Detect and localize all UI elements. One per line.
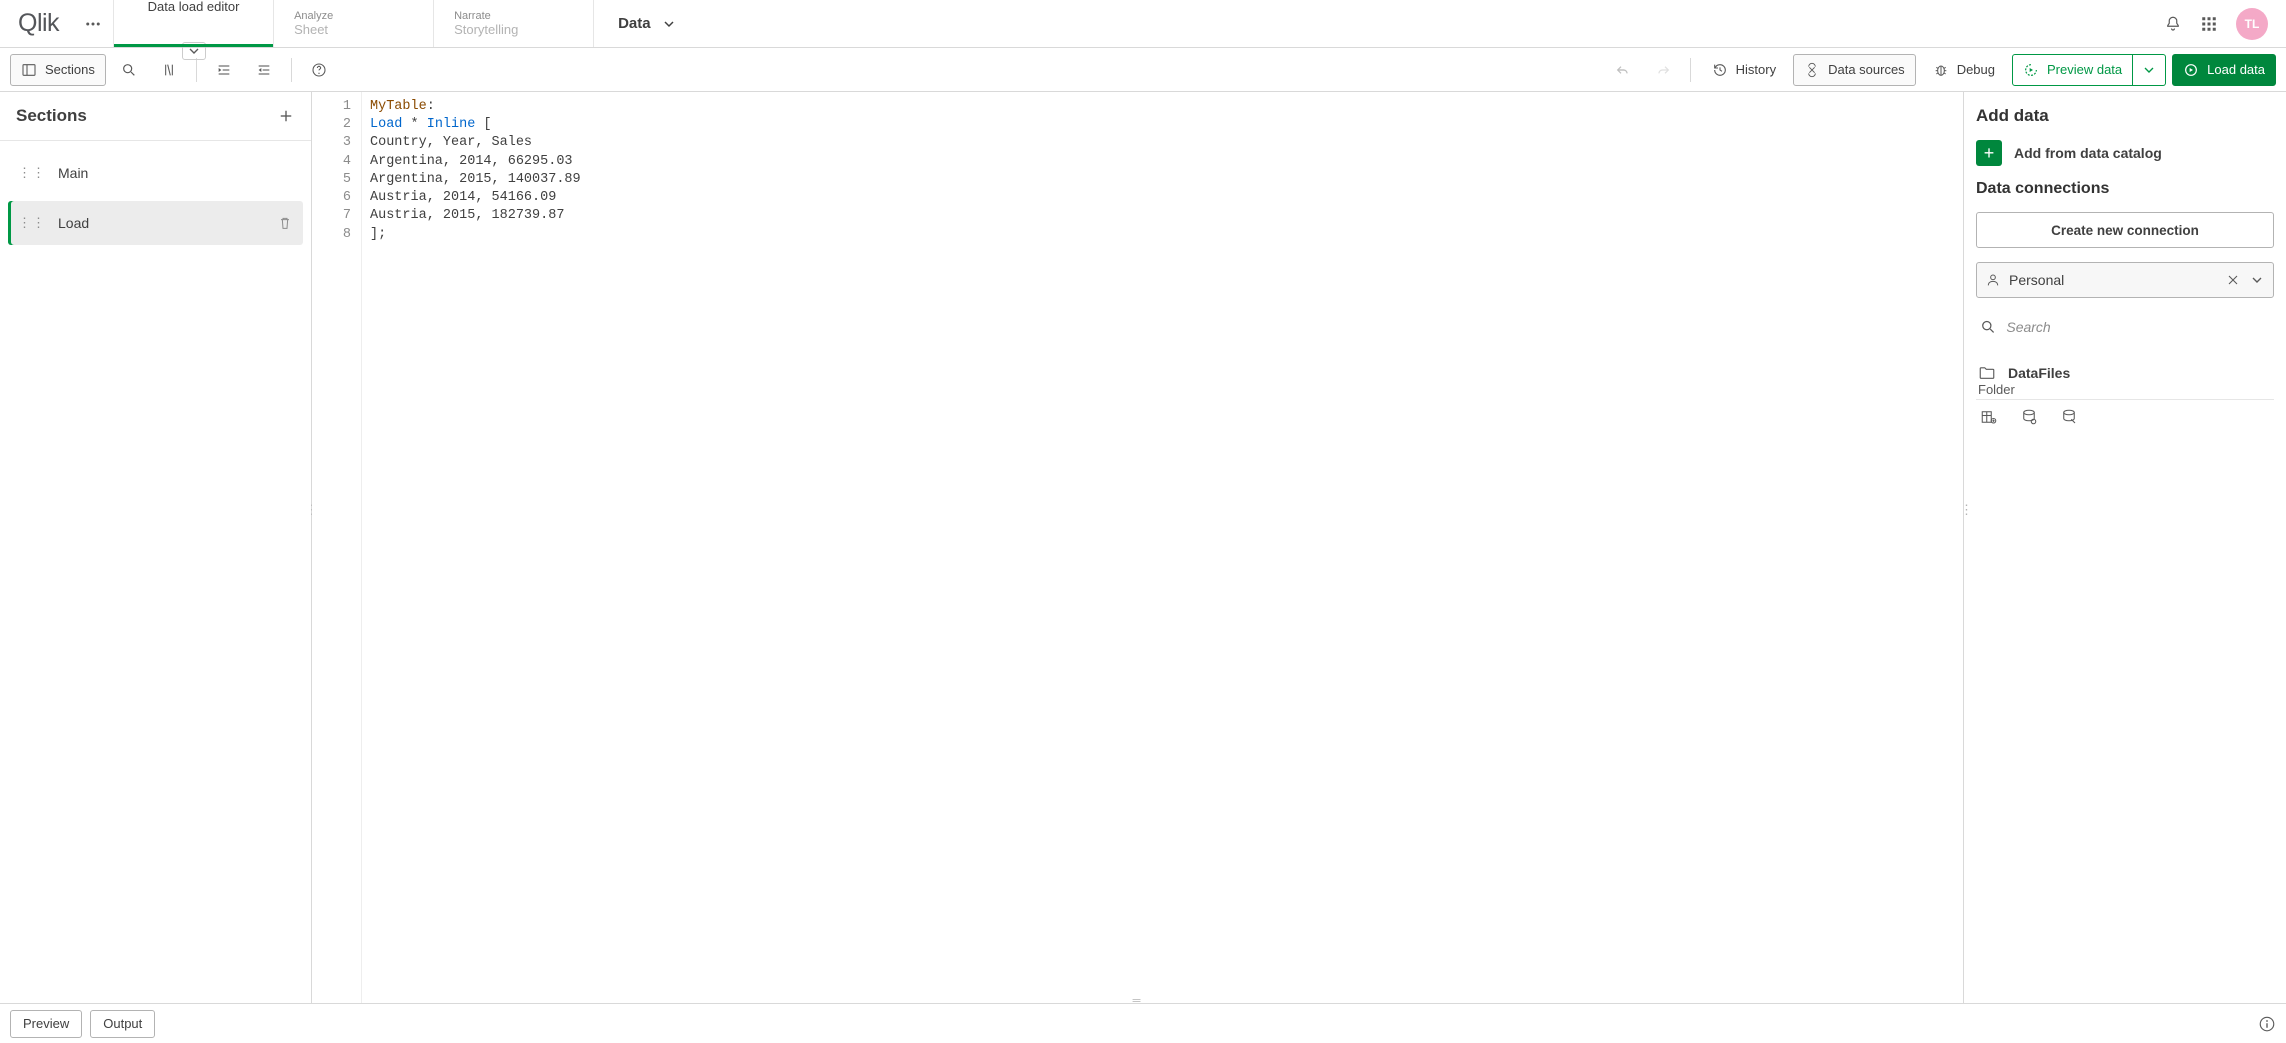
sections-panel: Sections ⋮⋮Main⋮⋮Load ⋮ [0,92,312,1003]
plus-icon: + [1976,140,2002,166]
sections-toggle-button[interactable]: Sections [10,54,106,86]
clear-icon[interactable] [2225,272,2241,288]
editor-bottom-resize-handle[interactable]: ═ [1133,995,1143,1007]
nav-tab-narrate-top: Narrate [454,10,573,22]
debug-label: Debug [1957,62,1995,77]
search-icon [1980,318,1996,336]
data-panel: ⋮ Add data + Add from data catalog Data … [1964,92,2286,1003]
redo-icon [1655,62,1671,78]
undo-icon [1615,62,1631,78]
prepare-dropdown-button[interactable] [182,42,206,60]
person-icon [1985,272,2001,288]
search-button[interactable] [112,54,146,86]
preview-data-button[interactable]: Preview data [2012,54,2133,86]
comment-toggle-button[interactable] [152,54,186,86]
app-launcher-button[interactable] [2200,15,2218,33]
outdent-button[interactable] [247,54,281,86]
connection-edit-button[interactable] [2060,408,2078,426]
top-nav: Qlik Prepare Data load editor Analyze Sh… [0,0,2286,48]
qlik-logo[interactable]: Qlik [0,0,73,47]
nav-tab-analyze-top: Analyze [294,10,413,22]
toolbar: Sections History Data sources Debug Pr [0,48,2286,92]
panel-icon [21,62,37,78]
delete-section-button[interactable] [277,215,293,231]
nav-tab-narrate[interactable]: Narrate Storytelling [433,0,593,47]
load-icon [2183,62,2199,78]
section-item-label: Load [58,215,265,231]
sections-title: Sections [16,106,87,126]
preview-icon [2023,62,2039,78]
nav-tab-prepare[interactable]: Prepare Data load editor [113,0,273,47]
nav-tab-prepare-bottom: Data load editor [148,0,240,14]
section-item-label: Main [58,165,293,181]
preview-data-label: Preview data [2047,62,2122,77]
comment-icon [161,62,177,78]
line-number-gutter: 12345678 [312,92,362,1003]
add-data-heading: Add data [1976,106,2274,126]
add-from-catalog-button[interactable]: + Add from data catalog [1976,140,2274,166]
history-label: History [1736,62,1776,77]
data-sources-icon [1804,62,1820,78]
debug-icon [1933,62,1949,78]
space-selector[interactable]: Personal [1976,262,2274,298]
history-button[interactable]: History [1701,54,1787,86]
preview-data-dropdown[interactable] [2133,54,2166,86]
script-editor[interactable]: 12345678 MyTable:Load * Inline [Country,… [312,92,1964,1003]
data-sources-label: Data sources [1828,62,1905,77]
connection-search[interactable] [1976,312,2274,342]
connection-item-type: Folder [1976,382,2274,397]
connection-insert-script-button[interactable] [2020,408,2038,426]
data-connections-heading: Data connections [1976,180,2274,198]
nav-data-dropdown[interactable]: Data [593,0,701,47]
preview-tab-button[interactable]: Preview [10,1010,82,1038]
add-from-catalog-label: Add from data catalog [2014,145,2162,161]
more-menu-button[interactable] [73,0,113,47]
connection-search-input[interactable] [2006,319,2270,335]
add-section-button[interactable] [277,107,295,125]
data-sources-button[interactable]: Data sources [1793,54,1916,86]
right-panel-resize-handle[interactable]: ⋮ [1960,502,1973,518]
connection-select-data-button[interactable] [1980,408,1998,426]
indent-button[interactable] [207,54,241,86]
space-selector-label: Personal [2009,272,2217,288]
redo-button[interactable] [1646,54,1680,86]
nav-tab-analyze[interactable]: Analyze Sheet [273,0,433,47]
help-button[interactable] [302,54,336,86]
notifications-button[interactable] [2164,15,2182,33]
create-connection-button[interactable]: Create new connection [1976,212,2274,248]
user-avatar[interactable]: TL [2236,8,2268,40]
nav-tab-narrate-bottom: Storytelling [454,22,573,37]
bottom-bar: Preview Output [0,1003,2286,1043]
debug-button[interactable]: Debug [1922,54,2006,86]
undo-button[interactable] [1606,54,1640,86]
indent-icon [216,62,232,78]
drag-handle-icon[interactable]: ⋮⋮ [18,215,46,231]
info-button[interactable] [2258,1015,2276,1033]
chevron-down-icon [2141,62,2157,78]
load-data-button[interactable]: Load data [2172,54,2276,86]
nav-tab-analyze-bottom: Sheet [294,22,413,37]
connection-item-label: DataFiles [2008,365,2070,381]
history-icon [1712,62,1728,78]
drag-handle-icon[interactable]: ⋮⋮ [18,165,46,181]
search-icon [121,62,137,78]
nav-data-label: Data [618,15,651,32]
main-area: Sections ⋮⋮ Main ⋮⋮ Load ⋮ 12345678 MyTable… [0,92,2286,1003]
code-content[interactable]: MyTable:Load * Inline [Country, Year, Sa… [362,92,581,1003]
folder-icon [1978,364,1996,382]
help-icon [311,62,327,78]
sections-toggle-label: Sections [45,62,95,77]
output-tab-button[interactable]: Output [90,1010,155,1038]
chevron-down-icon[interactable] [2249,272,2265,288]
section-item-load[interactable]: ⋮⋮ Load [8,201,303,245]
load-data-label: Load data [2207,62,2265,77]
section-item-main[interactable]: ⋮⋮ Main [8,151,303,195]
outdent-icon [256,62,272,78]
